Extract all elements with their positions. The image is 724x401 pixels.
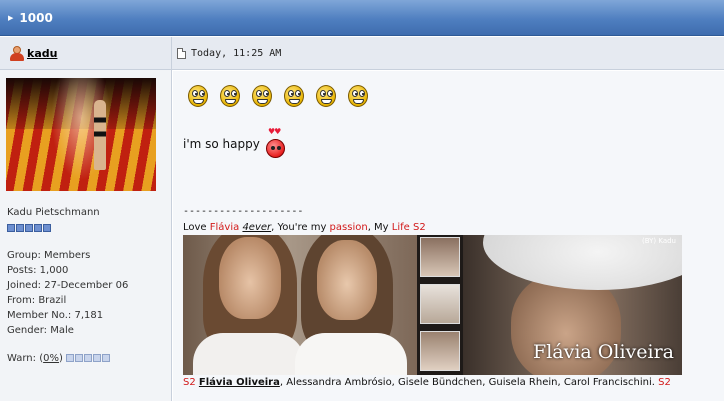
warn-percent-link[interactable]: 0% (43, 353, 59, 364)
poster-posts: Posts: 1,000 (7, 265, 69, 276)
signature-names-line: S2 Flávia Oliveira, Alessandra Ambrósio,… (183, 377, 671, 388)
banner-name: Flávia Oliveira (533, 341, 674, 363)
warn-pip (93, 354, 102, 362)
warn-pip (84, 354, 93, 362)
poster-gender: Gender: Male (7, 325, 74, 336)
love-s2: S2 (409, 222, 426, 233)
warn-level: Warn: (0%) (7, 352, 111, 367)
banner-credit: (BY) Kadu (641, 237, 676, 245)
rank-pips (7, 222, 51, 237)
grinning-smiley-icon (316, 85, 336, 107)
poster-from: From: Brazil (7, 295, 67, 306)
love-name: Flávia (209, 222, 240, 233)
poster-member-no: Member No.: 7,181 (7, 310, 104, 321)
user-profile-icon (9, 45, 25, 61)
names-s2-start: S2 (183, 377, 196, 388)
names-rest: , Alessandra Ambrósio, Gisele Bündchen, … (279, 377, 655, 388)
names-s2-end: S2 (658, 377, 671, 388)
warn-pip (102, 354, 111, 362)
names-first: Flávia Oliveira (198, 377, 280, 388)
rank-pip (16, 224, 24, 232)
love-life: Life (391, 222, 410, 233)
love-forever: 4ever (242, 222, 272, 233)
signature-love-line: Love Flávia 4ever, You're my passion, My… (183, 222, 426, 233)
collapse-arrow-icon[interactable]: ▶ (8, 14, 13, 22)
hearts-icon: ♥♥ (268, 127, 281, 136)
grinning-smiley-icon (284, 85, 304, 107)
poster-name-bar: kadu (0, 37, 172, 70)
love-mid: , You're my (271, 222, 330, 233)
user-avatar (6, 78, 156, 191)
warn-close: ) (58, 353, 63, 364)
rank-pip (34, 224, 42, 232)
signature-divider: -------------------- (183, 206, 304, 217)
in-love-smiley-icon (266, 139, 285, 158)
warn-pip (66, 354, 75, 362)
warn-pip (75, 354, 84, 362)
grinning-smiley-icon (188, 85, 208, 107)
username-link[interactable]: kadu (27, 47, 57, 60)
post-message: i'm so happy (183, 137, 260, 151)
rank-pip (25, 224, 33, 232)
love-comma: , My (367, 222, 392, 233)
love-passion: passion (329, 222, 368, 233)
love-prefix: Love (183, 222, 210, 233)
topic-title-bar: ▶ 1000 (0, 0, 724, 36)
poster-real-name: Kadu Pietschmann (7, 207, 100, 218)
topic-title: 1000 (19, 10, 53, 25)
warn-pips (66, 354, 111, 362)
grinning-smiley-icon (252, 85, 272, 107)
rank-pip (43, 224, 51, 232)
post-header-bar: Today, 11:25 AM (172, 37, 724, 70)
rank-pip (7, 224, 15, 232)
grinning-smiley-icon (348, 85, 368, 107)
post-timestamp: Today, 11:25 AM (191, 47, 282, 59)
post-document-icon (177, 47, 186, 59)
poster-group: Group: Members (7, 250, 91, 261)
warn-label: Warn: ( (7, 353, 44, 364)
signature-banner-image: (BY) Kadu Flávia Oliveira (183, 235, 682, 375)
grinning-smiley-icon (220, 85, 240, 107)
poster-joined: Joined: 27-December 06 (7, 280, 129, 291)
